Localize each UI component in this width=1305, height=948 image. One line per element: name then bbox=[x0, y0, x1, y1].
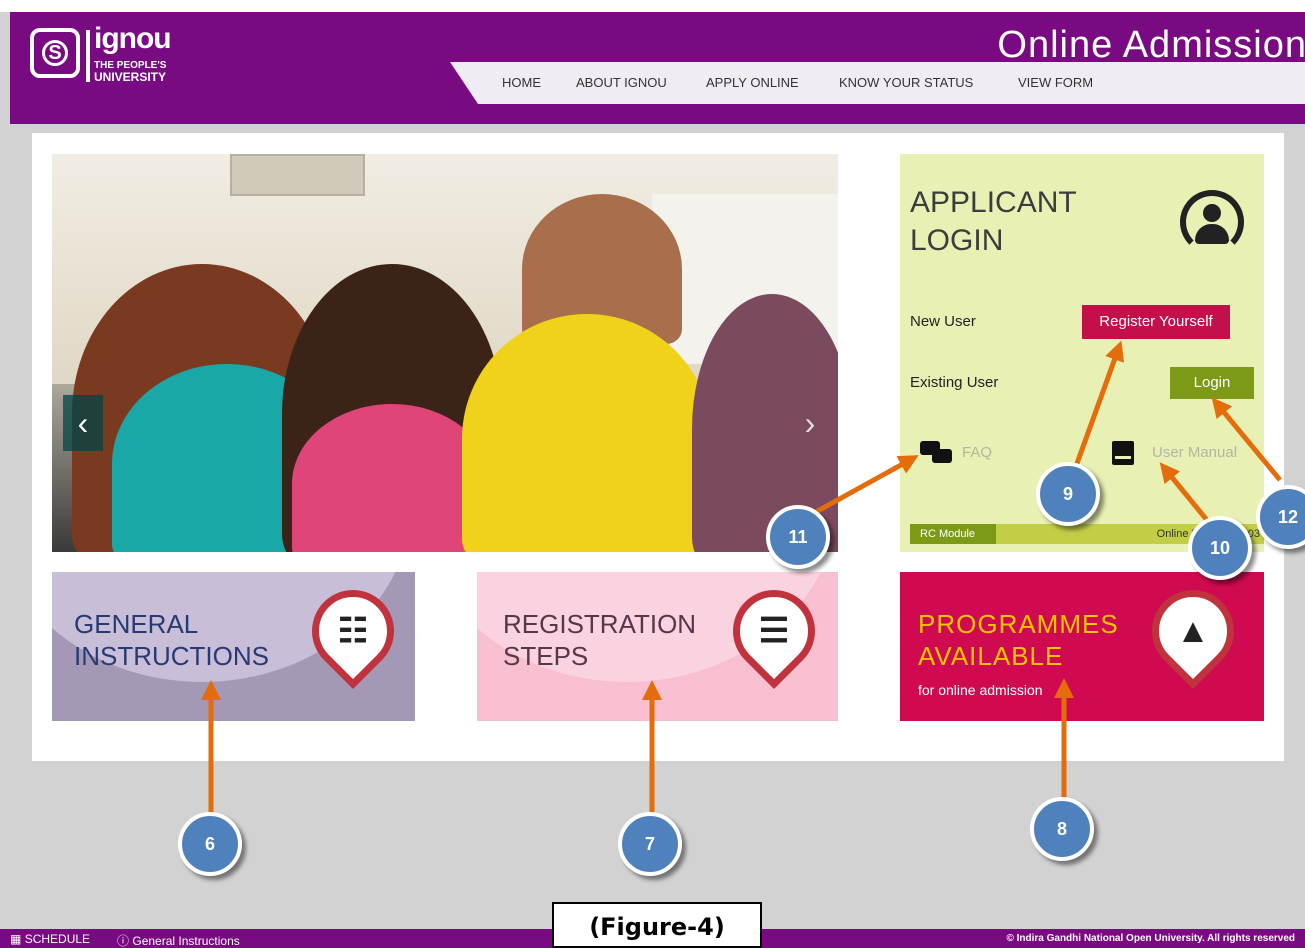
new-user-label: New User bbox=[910, 313, 976, 330]
image-slider[interactable] bbox=[52, 154, 838, 552]
login-button[interactable]: Login bbox=[1170, 367, 1254, 399]
emblem-letter: S bbox=[48, 42, 62, 64]
programmes-subtitle: for online admission bbox=[918, 682, 1043, 698]
user-manual-label: User Manual bbox=[1152, 444, 1238, 461]
ignou-logo[interactable]: S ignou THE PEOPLE'S UNIVERSITY bbox=[30, 22, 190, 94]
user-manual-link[interactable]: User Manual bbox=[1112, 439, 1262, 469]
login-title: APPLICANT LOGIN bbox=[910, 184, 1110, 260]
logo-divider bbox=[86, 30, 90, 82]
document-glyph: ☷ bbox=[337, 612, 369, 650]
callout-7: 7 bbox=[618, 812, 682, 876]
general-line-2: INSTRUCTIONS bbox=[74, 641, 269, 671]
bubble-2 bbox=[932, 449, 952, 463]
callout-9: 9 bbox=[1036, 462, 1100, 526]
slider-next-button[interactable]: › bbox=[790, 395, 830, 451]
registration-line-2: STEPS bbox=[503, 641, 589, 671]
info-icon: ⓘ bbox=[117, 934, 130, 948]
user-icon-head bbox=[1203, 204, 1221, 222]
programmes-line-2: AVAILABLE bbox=[918, 641, 1064, 671]
logo-tagline-2: UNIVERSITY bbox=[94, 70, 167, 84]
ignou-emblem-icon: S bbox=[30, 28, 80, 78]
book-page bbox=[1115, 456, 1131, 459]
chat-bubbles-icon bbox=[920, 441, 954, 467]
book-icon bbox=[1112, 441, 1134, 465]
callout-10: 10 bbox=[1188, 516, 1252, 580]
schedule-label: SCHEDULE bbox=[24, 932, 91, 946]
main-nav: HOME ABOUT IGNOU APPLY ONLINE KNOW YOUR … bbox=[450, 62, 1305, 104]
registration-steps-title: REGISTRATION STEPS bbox=[503, 608, 696, 672]
header: S ignou THE PEOPLE'S UNIVERSITY Online A… bbox=[10, 12, 1305, 124]
login-title-line-2: LOGIN bbox=[910, 224, 1004, 257]
slider-prev-button[interactable]: ‹ bbox=[63, 395, 103, 451]
slide-photo-student-3-shirt bbox=[462, 314, 712, 552]
login-title-line-1: APPLICANT bbox=[910, 186, 1077, 219]
registration-steps-tile[interactable]: REGISTRATION STEPS ☰ bbox=[477, 572, 838, 721]
general-instructions-tile[interactable]: GENERAL INSTRUCTIONS ☷ bbox=[52, 572, 415, 721]
programmes-line-1: PROGRAMMES bbox=[918, 609, 1119, 639]
logo-name: ignou bbox=[94, 22, 172, 55]
figure-label: (Figure-4) bbox=[552, 902, 762, 948]
general-instructions-label: General Instructions bbox=[132, 934, 240, 948]
calendar-icon: ▦ bbox=[10, 932, 22, 946]
programmes-available-title: PROGRAMMES AVAILABLE bbox=[918, 608, 1119, 672]
callout-6: 6 bbox=[178, 812, 242, 876]
nav-view-form[interactable]: VIEW FORM bbox=[1018, 75, 1093, 90]
page-title: Online Admission bbox=[997, 24, 1305, 66]
user-account-icon bbox=[1180, 190, 1244, 254]
general-instructions-title: GENERAL INSTRUCTIONS bbox=[74, 608, 269, 672]
callout-8: 8 bbox=[1030, 797, 1094, 861]
register-yourself-button[interactable]: Register Yourself bbox=[1082, 305, 1230, 339]
nav-about-ignou[interactable]: ABOUT IGNOU bbox=[576, 75, 667, 90]
existing-user-label: Existing User bbox=[910, 374, 999, 391]
user-icon-body bbox=[1195, 224, 1229, 244]
rc-module-link[interactable]: RC Module bbox=[910, 524, 996, 544]
nav-apply-online[interactable]: APPLY ONLINE bbox=[706, 75, 799, 90]
steps-glyph: ☰ bbox=[758, 612, 790, 650]
graduation-cap-icon: ▲ bbox=[1135, 573, 1251, 689]
callout-11: 11 bbox=[766, 505, 830, 569]
schedule-link[interactable]: ▦ SCHEDULE bbox=[10, 932, 90, 946]
general-instructions-link[interactable]: ⓘ General Instructions bbox=[117, 932, 240, 948]
nav-know-your-status[interactable]: KNOW YOUR STATUS bbox=[839, 75, 973, 90]
cap-glyph: ▲ bbox=[1176, 612, 1210, 650]
faq-label: FAQ bbox=[962, 444, 993, 461]
registration-line-1: REGISTRATION bbox=[503, 609, 697, 639]
programmes-available-tile[interactable]: PROGRAMMES AVAILABLE for online admissio… bbox=[900, 572, 1264, 721]
copyright-text: © Indira Gandhi National Open University… bbox=[1006, 933, 1295, 944]
general-line-1: GENERAL bbox=[74, 609, 199, 639]
slide-photo-ac-unit bbox=[230, 154, 365, 196]
top-strip bbox=[0, 0, 1305, 12]
nav-home[interactable]: HOME bbox=[502, 75, 541, 90]
